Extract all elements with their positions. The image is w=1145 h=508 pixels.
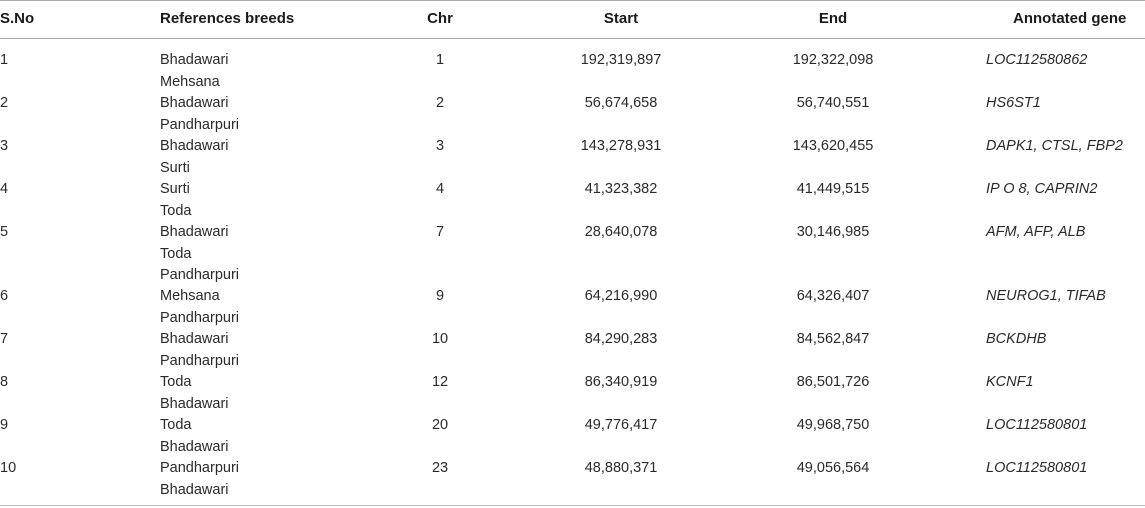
header-sno: S.No <box>0 10 35 27</box>
cell-sno: 2 <box>0 95 9 111</box>
cell-annotated-gene: HS6ST1 <box>986 95 1041 111</box>
breed-name: Toda <box>160 245 192 262</box>
breed-name: Bhadawari <box>160 52 229 68</box>
table-row: 6 Mehsana Pandharpuri 9 64,216,990 64,32… <box>0 274 1145 326</box>
table-row: 5 Bhadawari Toda Pandharpuri 7 28,640,07… <box>0 210 1145 283</box>
breed-name: Bhadawari <box>160 331 229 347</box>
cell-annotated-gene: BCKDHB <box>986 331 1047 347</box>
table-header: S.No References breeds Chr Start End Ann… <box>0 10 1127 27</box>
breed-name: Bhadawari <box>160 224 229 240</box>
cell-annotated-gene: LOC112580801 <box>986 417 1088 433</box>
breed-name: Bhadawari <box>160 138 229 154</box>
table-row: 4 Surti Toda 4 41,323,382 41,449,515 IP … <box>0 167 1145 219</box>
cell-sno: 5 <box>0 224 9 240</box>
breed-name: Bhadawari <box>160 95 229 111</box>
cell-sno: 10 <box>0 460 17 476</box>
cell-sno: 7 <box>0 331 9 347</box>
header-breeds: References breeds <box>160 10 295 27</box>
table-bottom-rule <box>0 505 1145 506</box>
breed-name: Toda <box>160 374 192 390</box>
cell-sno: 4 <box>0 181 9 197</box>
cell-sno: 9 <box>0 417 9 433</box>
cell-annotated-gene: LOC112580801 <box>986 460 1088 476</box>
cell-sno: 6 <box>0 288 9 304</box>
cell-annotated-gene: AFM, AFP, ALB <box>986 224 1086 240</box>
cell-sno: 8 <box>0 374 9 390</box>
table-row: 8 Toda Bhadawari 12 86,340,919 86,501,72… <box>0 360 1145 412</box>
table-row: 9 Toda Bhadawari 20 49,776,417 49,968,75… <box>0 403 1145 455</box>
table-row: 7 Bhadawari Pandharpuri 10 84,290,283 84… <box>0 317 1145 369</box>
breed-name: Mehsana <box>160 288 220 304</box>
table-row: 3 Bhadawari Surti 3 143,278,931 143,620,… <box>0 124 1145 176</box>
header-annotated-gene: Annotated gene <box>1013 10 1127 27</box>
table-row: 1 Bhadawari Mehsana 1 192,319,897 192,32… <box>0 38 1145 90</box>
data-table: S.No References breeds Chr Start End Ann… <box>0 0 1145 508</box>
cell-annotated-gene: KCNF1 <box>986 374 1034 390</box>
table-row: 2 Bhadawari Pandharpuri 2 56,674,658 56,… <box>0 81 1145 133</box>
cell-annotated-gene: NEUROG1, TIFAB <box>986 288 1106 304</box>
cell-annotated-gene: DAPK1, CTSL, FBP2 <box>986 138 1123 154</box>
cell-annotated-gene: IP O 8, CAPRIN2 <box>986 181 1098 197</box>
breed-name: Surti <box>160 181 190 197</box>
table-body: 1 Bhadawari Mehsana 1 192,319,897 192,32… <box>0 38 1145 498</box>
cell-sno: 3 <box>0 138 9 154</box>
breed-name: Bhadawari <box>160 481 229 498</box>
cell-annotated-gene: LOC112580862 <box>986 52 1088 68</box>
cell-sno: 1 <box>0 52 9 68</box>
table-row: 10 Pandharpuri Bhadawari 23 48,880,371 4… <box>0 446 1145 498</box>
breed-name: Pandharpuri <box>160 460 239 476</box>
breed-name: Toda <box>160 417 192 433</box>
cell-breeds: Pandharpuri Bhadawari <box>160 458 239 501</box>
